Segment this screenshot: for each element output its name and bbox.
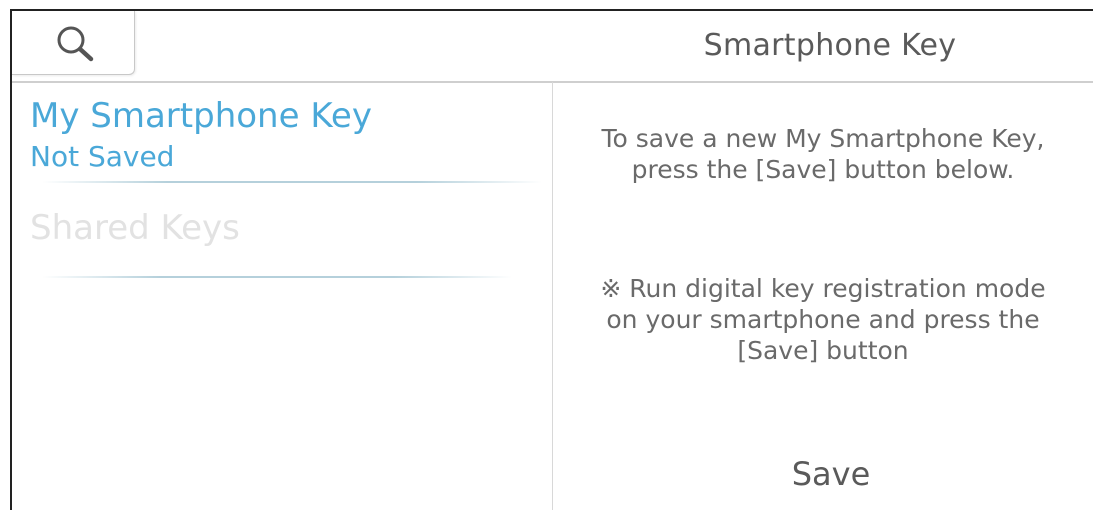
save-button[interactable]: Save bbox=[553, 445, 1093, 503]
sidebar-item-shared-keys[interactable]: Shared Keys bbox=[12, 200, 552, 280]
key-status-text: Not Saved bbox=[30, 140, 175, 173]
sidebar-item-label: Shared Keys bbox=[30, 208, 240, 248]
page-title: Smartphone Key bbox=[703, 28, 957, 63]
search-button[interactable] bbox=[12, 11, 135, 75]
search-icon bbox=[57, 26, 94, 62]
registration-note-text: ※ Run digital key registration mode on yo… bbox=[600, 274, 1046, 365]
smartphone-key-screen: Smartphone Key My Smartphone Key Not Sav… bbox=[0, 0, 1093, 510]
list-separator bbox=[42, 276, 512, 278]
list-separator bbox=[42, 181, 542, 183]
sidebar-item-label: My Smartphone Key bbox=[30, 96, 372, 136]
sidebar-item-my-smartphone-key[interactable]: My Smartphone Key Not Saved bbox=[12, 82, 552, 184]
save-instruction-text: To save a new My Smartphone Key, press th… bbox=[601, 124, 1045, 184]
